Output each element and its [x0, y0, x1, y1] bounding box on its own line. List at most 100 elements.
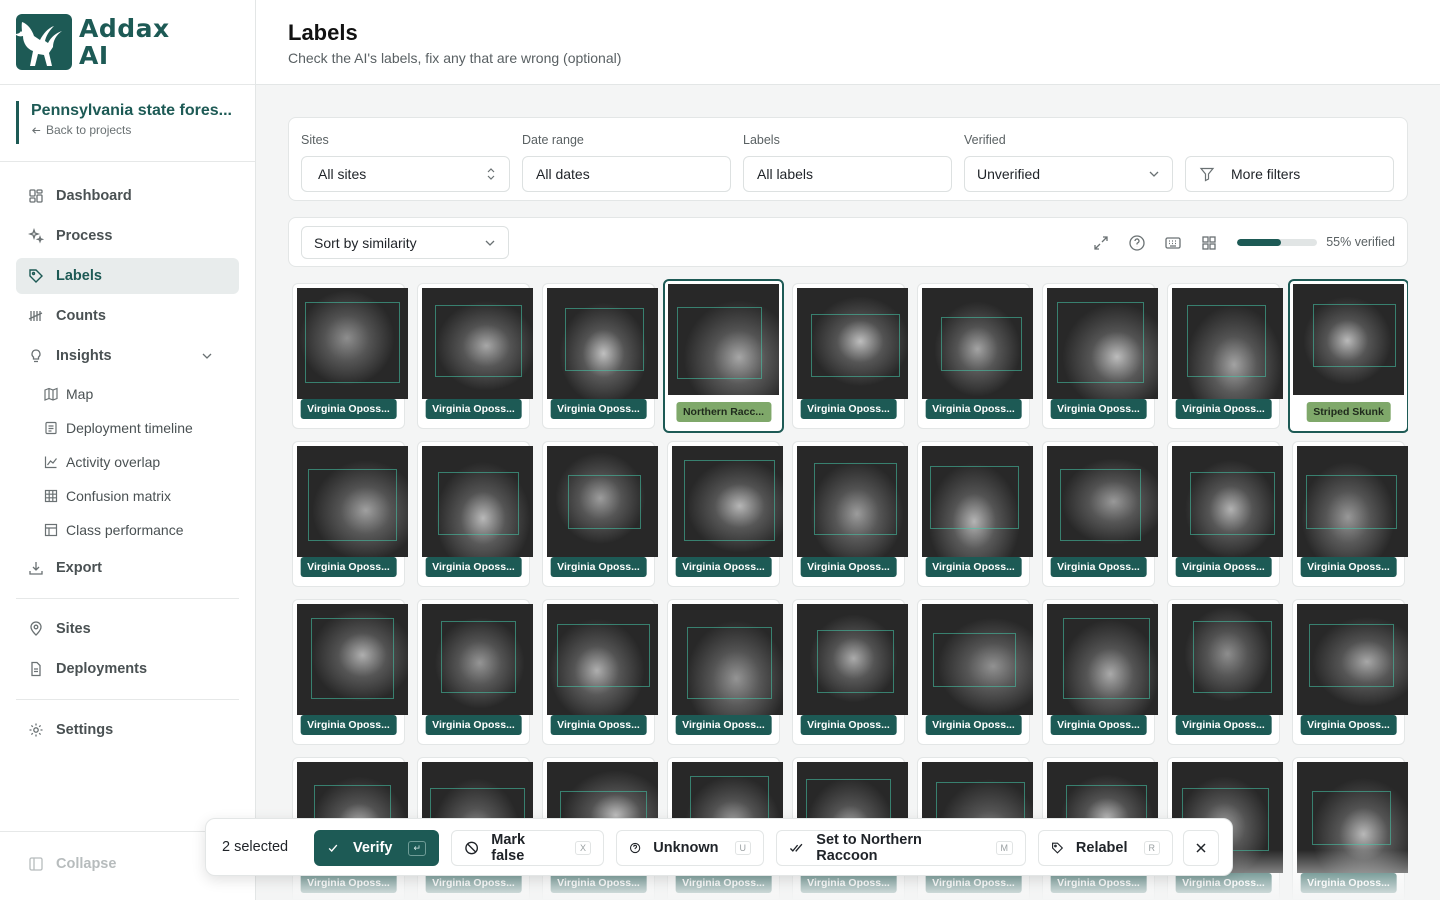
help-icon[interactable] — [1128, 234, 1146, 252]
nav-sites-label: Sites — [56, 621, 91, 637]
image-card[interactable]: Virginia Oposs... — [542, 441, 658, 587]
image-card[interactable]: Virginia Oposs... — [792, 283, 908, 429]
relabel-label: Relabel — [1075, 840, 1128, 856]
nav-dashboard[interactable]: Dashboard — [16, 178, 239, 214]
verified-progress-bar — [1237, 239, 1317, 246]
nav-export[interactable]: Export — [16, 550, 239, 586]
image-card[interactable]: Striped Skunk — [1288, 279, 1408, 433]
check-double-icon — [789, 843, 803, 852]
image-card[interactable]: Virginia Oposs... — [417, 283, 533, 429]
nav-settings[interactable]: Settings — [16, 712, 239, 748]
camera-trap-thumbnail — [297, 288, 408, 399]
sites-filter-label: Sites — [301, 133, 329, 147]
unknown-shortcut: U — [734, 841, 751, 855]
detection-bounding-box — [1306, 475, 1397, 529]
tag-icon — [29, 269, 43, 283]
detection-bounding-box — [941, 317, 1022, 371]
nav-export-label: Export — [56, 560, 102, 576]
detection-bounding-box — [435, 305, 522, 377]
image-card[interactable]: Virginia Oposs... — [917, 599, 1033, 745]
image-card[interactable]: Virginia Oposs... — [417, 441, 533, 587]
camera-trap-thumbnail — [672, 604, 783, 715]
arrow-left-icon — [32, 126, 41, 134]
nav-activity-overlap[interactable]: Activity overlap — [44, 447, 160, 477]
chevron-down-icon[interactable] — [201, 350, 213, 362]
chevron-down-icon — [485, 240, 495, 246]
sites-select[interactable]: All sites — [301, 156, 510, 192]
set-to-label: Set to Northern Raccoon — [816, 832, 922, 864]
nav-deployments-label: Deployments — [56, 661, 148, 677]
unknown-button[interactable]: Unknown U — [616, 830, 764, 866]
set-to-northern-raccoon-button[interactable]: Set to Northern Raccoon M — [776, 830, 1026, 866]
nav-class-performance[interactable]: Class performance — [44, 515, 184, 545]
verified-select[interactable]: Unverified — [964, 156, 1173, 192]
verify-button[interactable]: Verify ↵ — [314, 830, 439, 866]
species-label: Virginia Oposs... — [1300, 715, 1397, 735]
nav-counts[interactable]: Counts — [16, 298, 239, 334]
image-card[interactable]: Virginia Oposs... — [792, 599, 908, 745]
back-to-projects-link[interactable]: Back to projects — [31, 123, 232, 137]
detection-bounding-box — [1193, 621, 1272, 693]
collapse-sidebar-button[interactable]: Collapse — [28, 856, 116, 872]
nav-sites[interactable]: Sites — [16, 611, 239, 647]
more-filters-label: More filters — [1231, 166, 1301, 182]
labels-select[interactable]: All labels — [743, 156, 952, 192]
mark-false-button[interactable]: Mark false X — [451, 830, 604, 866]
detection-bounding-box — [687, 627, 772, 699]
divider — [16, 699, 239, 700]
image-card[interactable]: Virginia Oposs... — [542, 283, 658, 429]
camera-trap-thumbnail — [797, 288, 908, 399]
species-label: Virginia Oposs... — [800, 557, 897, 577]
image-card[interactable]: Virginia Oposs... — [667, 441, 783, 587]
document-icon — [45, 421, 57, 435]
image-card[interactable]: Virginia Oposs... — [292, 283, 408, 429]
keyboard-icon[interactable] — [1164, 234, 1182, 252]
image-card[interactable]: Virginia Oposs... — [1292, 599, 1408, 745]
nav-confusion-matrix[interactable]: Confusion matrix — [44, 481, 171, 511]
nav-process[interactable]: Process — [16, 218, 239, 254]
image-card[interactable]: Virginia Oposs... — [1292, 441, 1408, 587]
image-card[interactable]: Virginia Oposs... — [917, 441, 1033, 587]
camera-trap-thumbnail — [1297, 604, 1408, 715]
camera-trap-thumbnail — [547, 288, 658, 399]
grid-icon[interactable] — [1200, 234, 1218, 252]
nav-deployments[interactable]: Deployments — [16, 651, 239, 687]
lightbulb-icon — [31, 349, 41, 363]
species-label: Virginia Oposs... — [925, 715, 1022, 735]
image-card[interactable]: Virginia Oposs... — [1042, 599, 1158, 745]
image-card[interactable]: Virginia Oposs... — [792, 441, 908, 587]
brand-logo[interactable]: Addax AI — [16, 14, 170, 70]
image-card[interactable]: Virginia Oposs... — [542, 599, 658, 745]
expand-icon[interactable] — [1092, 234, 1110, 252]
detection-bounding-box — [817, 630, 894, 693]
species-label: Virginia Oposs... — [300, 557, 397, 577]
nav-map[interactable]: Map — [44, 379, 93, 409]
project-switcher[interactable]: Pennsylvania state fores... Back to proj… — [16, 101, 232, 144]
image-card[interactable]: Virginia Oposs... — [1167, 441, 1283, 587]
image-card[interactable]: Virginia Oposs... — [417, 599, 533, 745]
divider — [0, 161, 255, 162]
more-filters-button[interactable]: More filters — [1185, 156, 1394, 192]
nav-deployment-timeline[interactable]: Deployment timeline — [44, 413, 193, 443]
relabel-button[interactable]: Relabel R — [1038, 830, 1173, 866]
clear-selection-button[interactable] — [1183, 830, 1219, 866]
image-card[interactable]: Northern Racc... — [663, 279, 784, 433]
species-label: Virginia Oposs... — [1050, 557, 1147, 577]
image-card[interactable]: Virginia Oposs... — [1042, 283, 1158, 429]
sort-select[interactable]: Sort by similarity — [301, 226, 509, 259]
image-card[interactable]: Virginia Oposs... — [1167, 283, 1283, 429]
nav-labels[interactable]: Labels — [16, 258, 239, 294]
verified-progress-fill — [1237, 239, 1281, 246]
nav-insights[interactable]: Insights — [16, 338, 239, 374]
image-card[interactable]: Virginia Oposs... — [292, 441, 408, 587]
image-card[interactable]: Virginia Oposs... — [1042, 441, 1158, 587]
image-card[interactable]: Virginia Oposs... — [292, 599, 408, 745]
image-card[interactable]: Virginia Oposs... — [1167, 599, 1283, 745]
image-card[interactable]: Virginia Oposs... — [917, 283, 1033, 429]
camera-trap-thumbnail — [922, 288, 1033, 399]
camera-trap-thumbnail — [297, 446, 408, 557]
date-range-input[interactable]: All dates — [522, 156, 731, 192]
tag-icon — [1052, 842, 1064, 854]
verify-shortcut: ↵ — [408, 840, 426, 856]
image-card[interactable]: Virginia Oposs... — [667, 599, 783, 745]
